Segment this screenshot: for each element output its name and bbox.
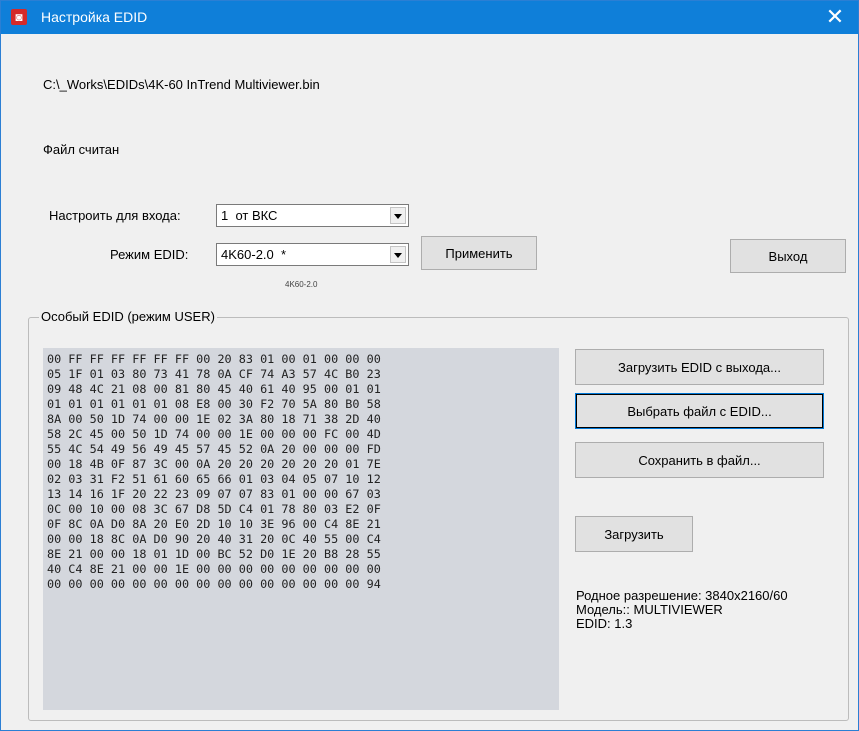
save-to-file-button[interactable]: Сохранить в файл... (575, 442, 824, 478)
edid-mode-note: 4K60-2.0 (285, 280, 318, 289)
hex-line: 00 00 18 8C 0A D0 90 20 40 31 20 0C 40 5… (47, 532, 381, 546)
title-bar: ◙ Настройка EDID ✕ (1, 1, 858, 34)
edid-mode-value: 4K60-2.0 * (221, 247, 287, 262)
load-button[interactable]: Загрузить (575, 516, 693, 552)
edid-version-label: EDID: 1.3 (576, 616, 633, 631)
hex-line: 8E 21 00 00 18 01 1D 00 BC 52 D0 1E 20 B… (47, 547, 381, 561)
exit-button[interactable]: Выход (730, 239, 846, 273)
hex-line: 0F 8C 0A D0 8A 20 E0 2D 10 10 3E 96 00 C… (47, 517, 381, 531)
edid-hex-view[interactable]: 00 FF FF FF FF FF FF 00 20 83 01 00 01 0… (43, 348, 559, 710)
hex-line: 02 03 31 F2 51 61 60 65 66 01 03 04 05 0… (47, 472, 381, 486)
edid-mode-select[interactable]: 4K60-2.0 * (216, 243, 409, 266)
hex-line: 05 1F 01 03 80 73 41 78 0A CF 74 A3 57 4… (47, 367, 381, 381)
native-resolution-label: Родное разрешение: 3840x2160/60 (576, 588, 788, 603)
edid-mode-label: Режим EDID: (110, 247, 189, 262)
close-icon[interactable]: ✕ (812, 1, 858, 34)
chevron-down-icon[interactable] (390, 246, 406, 263)
edid-settings-window: ◙ Настройка EDID ✕ C:\_Works\EDIDs\4K-60… (0, 0, 859, 731)
hex-line: 00 00 00 00 00 00 00 00 00 00 00 00 00 0… (47, 577, 381, 591)
status-label: Файл считан (43, 142, 120, 157)
user-edid-group-label: Особый EDID (режим USER) (39, 309, 217, 325)
hex-line: 00 18 4B 0F 87 3C 00 0A 20 20 20 20 20 2… (47, 457, 381, 471)
load-edid-from-output-button[interactable]: Загрузить EDID с выхода... (575, 349, 824, 385)
file-path-label: C:\_Works\EDIDs\4K-60 InTrend Multiviewe… (43, 77, 320, 92)
hex-line: 40 C4 8E 21 00 00 1E 00 00 00 00 00 00 0… (47, 562, 381, 576)
window-title: Настройка EDID (41, 9, 148, 25)
input-select-value: 1 от ВКС (221, 208, 278, 223)
hex-line: 58 2C 45 00 50 1D 74 00 00 1E 00 00 00 F… (47, 427, 381, 441)
app-logo-icon: ◙ (11, 9, 27, 25)
hex-line: 0C 00 10 00 08 3C 67 D8 5D C4 01 78 80 0… (47, 502, 381, 516)
hex-line: 01 01 01 01 01 01 08 E8 00 30 F2 70 5A 8… (47, 397, 381, 411)
chevron-down-icon[interactable] (390, 207, 406, 224)
hex-line: 09 48 4C 21 08 00 81 80 45 40 61 40 95 0… (47, 382, 381, 396)
hex-line: 8A 00 50 1D 74 00 00 1E 02 3A 80 18 71 3… (47, 412, 381, 426)
apply-button[interactable]: Применить (421, 236, 537, 270)
choose-edid-file-button[interactable]: Выбрать файл с EDID... (575, 393, 824, 429)
input-setting-label: Настроить для входа: (49, 208, 181, 223)
model-label: Модель:: MULTIVIEWER (576, 602, 723, 617)
input-select[interactable]: 1 от ВКС (216, 204, 409, 227)
hex-line: 00 FF FF FF FF FF FF 00 20 83 01 00 01 0… (47, 352, 381, 366)
hex-line: 13 14 16 1F 20 22 23 09 07 07 83 01 00 0… (47, 487, 381, 501)
hex-line: 55 4C 54 49 56 49 45 57 45 52 0A 20 00 0… (47, 442, 381, 456)
